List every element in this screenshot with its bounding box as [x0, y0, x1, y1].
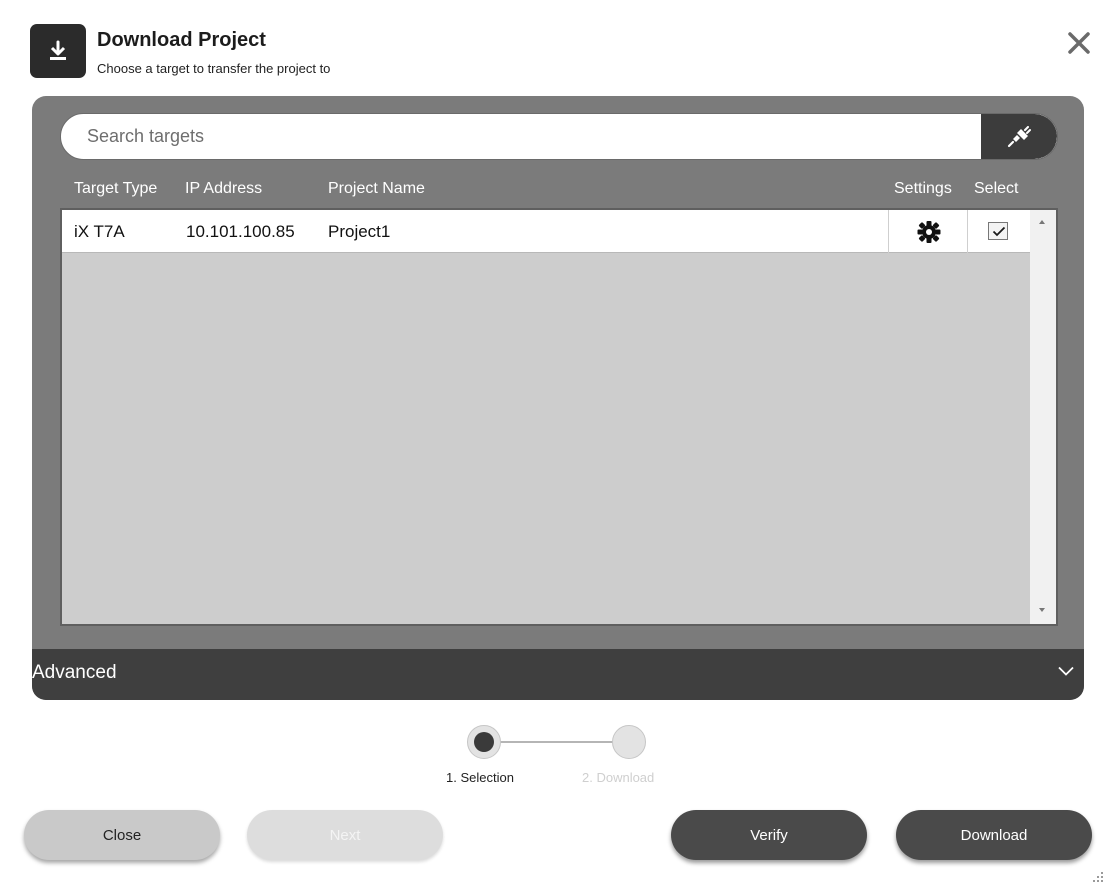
project-name-cell: Project1 — [328, 222, 391, 241]
dialog-title: Download Project — [97, 29, 266, 51]
download-icon — [30, 24, 86, 78]
connect-button[interactable] — [981, 114, 1057, 159]
next-button[interactable]: Next — [247, 810, 443, 860]
download-button[interactable]: Download — [896, 810, 1092, 860]
table-scrollbar[interactable] — [1030, 210, 1056, 624]
select-checkbox[interactable] — [988, 222, 1008, 240]
column-header-target-type: Target Type — [74, 180, 158, 197]
target-panel: Target Type IP Address Project Name Sett… — [32, 96, 1084, 700]
checkmark-icon — [992, 226, 1006, 237]
target-type-cell: iX T7A — [74, 222, 125, 241]
step-2-label: 2. Download — [582, 770, 655, 785]
advanced-section-toggle[interactable]: Advanced — [32, 649, 1084, 700]
download-project-dialog: Download Project Choose a target to tran… — [0, 0, 1108, 887]
step-2-indicator — [612, 725, 646, 759]
close-button[interactable]: Close — [24, 810, 220, 860]
column-header-ip-address: IP Address — [185, 180, 263, 197]
scroll-down-arrow-icon[interactable] — [1039, 608, 1045, 612]
scroll-up-arrow-icon[interactable] — [1039, 220, 1045, 224]
stepper-connector — [500, 741, 614, 743]
column-header-project-name: Project Name — [328, 180, 425, 197]
column-header-select: Select — [974, 180, 1019, 197]
search-bar — [60, 113, 1058, 160]
connect-plug-icon — [1007, 126, 1031, 148]
chevron-down-icon — [1058, 666, 1074, 676]
advanced-label: Advanced — [32, 662, 117, 683]
step-1-label: 1. Selection — [446, 770, 514, 785]
gear-icon — [917, 221, 941, 243]
column-header-settings: Settings — [894, 180, 952, 197]
settings-button[interactable] — [888, 210, 968, 253]
targets-table: iX T7A 10.101.100.85 Project1 — [60, 208, 1058, 626]
table-row[interactable]: iX T7A 10.101.100.85 Project1 — [62, 210, 1030, 253]
dialog-subtitle: Choose a target to transfer the project … — [97, 61, 331, 76]
step-1-indicator — [467, 725, 501, 759]
verify-button[interactable]: Verify — [671, 810, 867, 860]
close-icon[interactable] — [1066, 30, 1092, 56]
resize-grip-icon[interactable] — [1092, 871, 1104, 883]
search-input[interactable] — [87, 114, 967, 159]
ip-address-cell: 10.101.100.85 — [186, 222, 295, 241]
